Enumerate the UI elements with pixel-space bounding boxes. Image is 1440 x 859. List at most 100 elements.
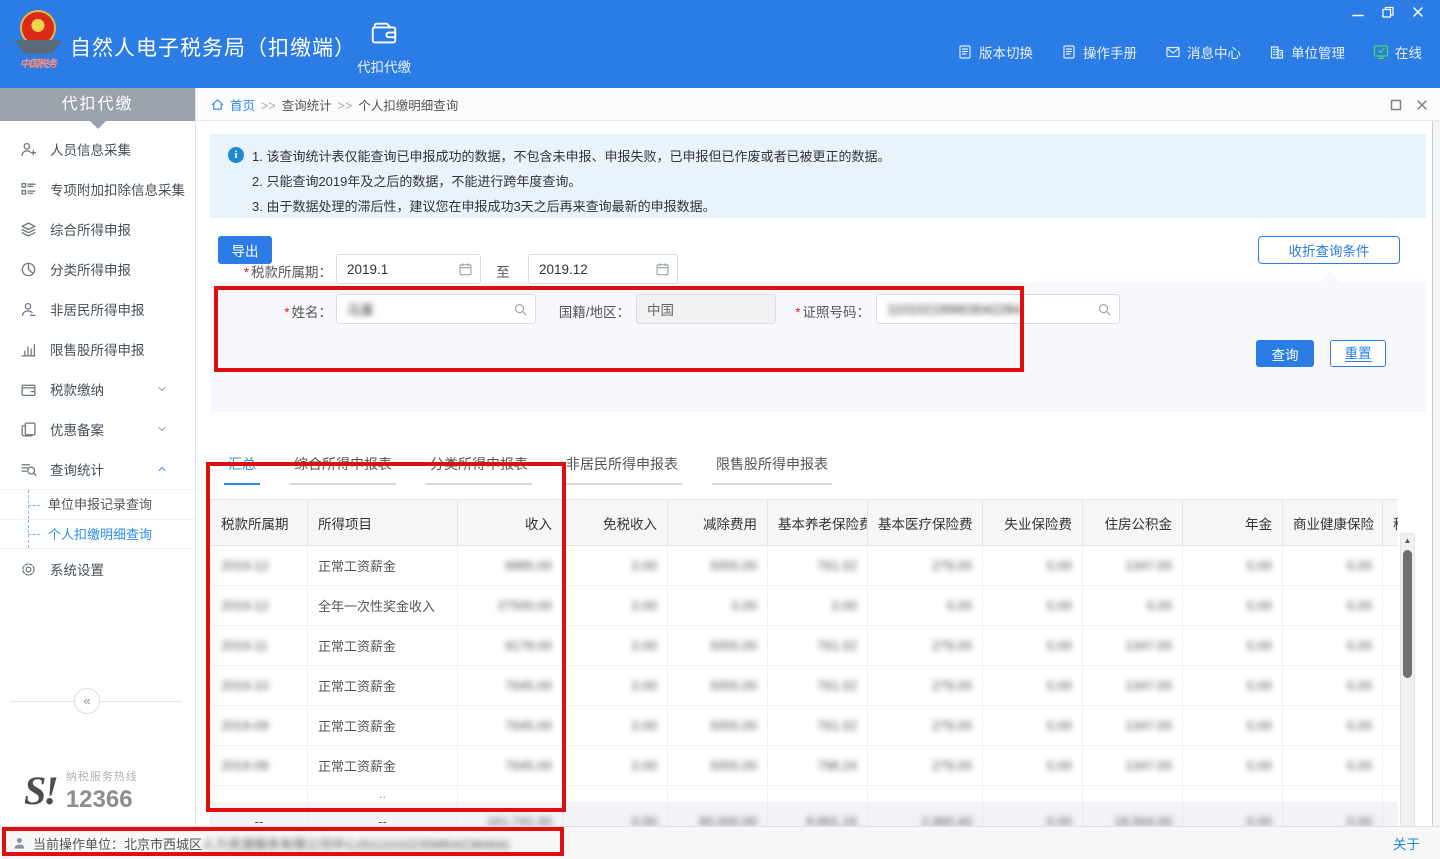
sidebar-item-查询统计[interactable]: 查询统计	[0, 449, 195, 489]
titlebar-menu-label: 操作手册	[1083, 42, 1137, 62]
blurred-value: 279.00	[932, 678, 972, 693]
vertical-scrollbar-thumb[interactable]	[1403, 550, 1412, 678]
breadcrumb-item-首页[interactable]: 首页	[230, 99, 255, 113]
blurred-value: 0.00	[947, 598, 972, 613]
nationality-input[interactable]: 中国	[636, 294, 776, 324]
table-row[interactable]: 2019-12全年一次性奖金收入27500.000.000.000.000.00…	[211, 586, 1399, 626]
about-link[interactable]: 关于	[1393, 833, 1420, 853]
sidebar-item-系统设置[interactable]: 系统设置	[0, 549, 195, 589]
blurred-value: 798.24	[817, 758, 857, 773]
scroll-up-icon[interactable]: ▲	[1401, 536, 1414, 545]
collapse-query-button[interactable]: 收折查询条件	[1258, 236, 1400, 264]
search-icon[interactable]	[513, 302, 528, 317]
sidebar-item-人员信息采集[interactable]: 人员信息采集	[0, 129, 195, 169]
table-row[interactable]: 2019-08正常工资薪金7645.000.005000.00798.24279…	[211, 746, 1399, 786]
sidebar-submenu: 单位申报记录查询个人扣缴明细查询	[0, 489, 195, 549]
name-value: 马某	[347, 299, 374, 319]
blurred-value: 2019-12	[221, 598, 269, 613]
collapse-sidebar-button[interactable]: «	[74, 688, 100, 714]
close-button[interactable]	[1410, 4, 1430, 22]
cell-减除费用: 0.00	[668, 586, 768, 626]
statusbar: 当前操作单位： 北京市西城区 人力资源服务有限公司中心(911101023588…	[0, 826, 1440, 859]
id-number-input[interactable]: 110102199903042284	[876, 294, 1120, 324]
name-input[interactable]: 马某	[336, 294, 536, 324]
sidebar-item-专项附加扣除信息采集[interactable]: 专项附加扣除信息采集	[0, 169, 195, 209]
cell-税	[1383, 586, 1399, 626]
gear-icon	[20, 561, 37, 578]
sidebar-item-综合所得申报[interactable]: 综合所得申报	[0, 209, 195, 249]
blurred-value: 0.00	[632, 758, 657, 773]
table-row[interactable]: 2019-09正常工资薪金7645.000.005000.00761.52279…	[211, 706, 1399, 746]
tab-综合所得申报表[interactable]: 综合所得申报表	[290, 454, 396, 485]
vertical-scrollbar[interactable]: ▲ ▼	[1400, 533, 1415, 843]
tab-限售股所得申报表[interactable]: 限售股所得申报表	[712, 454, 832, 485]
person-icon	[12, 836, 27, 851]
report-tabs: 汇总综合所得申报表分类所得申报表非居民所得申报表限售股所得申报表	[224, 454, 832, 485]
cell-基本医疗保险费: 279.00	[868, 706, 983, 746]
cell-商业健康保险: 0.00	[1283, 746, 1383, 786]
cell-年金	[1183, 786, 1283, 802]
sidebar-item-优惠备案[interactable]: 优惠备案	[0, 409, 195, 449]
sidebar-item-非居民所得申报[interactable]: 非居民所得申报	[0, 289, 195, 329]
titlebar: 中国税务 自然人电子税务局（扣缴端） 代扣代缴 版本切换操作手册消息中心单位管理…	[0, 0, 1440, 88]
breadcrumb-item-个人扣缴明细查询: 个人扣缴明细查询	[358, 99, 458, 113]
cell-基本养老保险费: 761.52	[768, 546, 868, 586]
tab-汇总[interactable]: 汇总	[224, 454, 260, 485]
sidebar-subitem-单位申报记录查询[interactable]: 单位申报记录查询	[0, 489, 195, 519]
column-header-年金: 年金	[1183, 500, 1283, 546]
cell-基本养老保险费: 761.52	[768, 706, 868, 746]
minimize-button[interactable]	[1350, 4, 1370, 22]
blurred-value: 1347.00	[1125, 638, 1172, 653]
period-from-input[interactable]: 2019.1	[336, 254, 481, 284]
restore-button[interactable]	[1380, 4, 1400, 22]
cell-年金: 0.00	[1183, 586, 1283, 626]
cell-所得项目: ..	[308, 786, 458, 802]
blurred-value: 0.00	[1247, 558, 1272, 573]
sidebar-item-label: 非居民所得申报	[50, 299, 181, 319]
calendar-icon[interactable]	[655, 262, 670, 277]
sidebar-item-税款缴纳[interactable]: 税款缴纳	[0, 369, 195, 409]
blurred-value: 0.00	[1247, 638, 1272, 653]
sidebar: 代扣代缴 人员信息采集专项附加扣除信息采集综合所得申报分类所得申报非居民所得申报…	[0, 88, 196, 826]
tab-分类所得申报表[interactable]: 分类所得申报表	[426, 454, 532, 485]
cell-住房公积金: 1347.00	[1083, 746, 1183, 786]
cell-失业保险费: 0.00	[983, 546, 1083, 586]
export-button[interactable]: 导出	[218, 236, 272, 264]
module-tab-withholding[interactable]: 代扣代缴	[348, 18, 420, 76]
cell-收入: 27500.00	[458, 586, 563, 626]
page-close-button[interactable]	[1414, 97, 1428, 111]
cell-住房公积金	[1083, 786, 1183, 802]
sidebar-item-限售股所得申报[interactable]: 限售股所得申报	[0, 329, 195, 369]
list-boxes-icon	[20, 181, 37, 198]
cell-税款所属期	[211, 786, 308, 802]
sidebar-item-label: 系统设置	[50, 559, 181, 579]
sidebar-item-分类所得申报[interactable]: 分类所得申报	[0, 249, 195, 289]
cell-税款所属期: 2019-12	[211, 586, 308, 626]
mail-icon	[1165, 44, 1181, 60]
table-row[interactable]: 2019-10正常工资薪金7645.000.005000.00761.52279…	[211, 666, 1399, 706]
search-icon[interactable]	[1097, 302, 1112, 317]
building-icon	[1269, 44, 1285, 60]
table-row[interactable]: 2019-12正常工资薪金9985.000.005000.00761.52279…	[211, 546, 1399, 586]
query-button[interactable]: 查询	[1256, 340, 1314, 367]
reset-button[interactable]: 重置	[1330, 340, 1386, 367]
cell-税	[1383, 786, 1399, 802]
blurred-value: 0.00	[1047, 678, 1072, 693]
period-to-value: 2019.12	[539, 262, 588, 277]
blurred-value: 761.52	[817, 678, 857, 693]
cell-商业健康保险	[1283, 786, 1383, 802]
tab-非居民所得申报表[interactable]: 非居民所得申报表	[562, 454, 682, 485]
table-row[interactable]: 2019-11正常工资薪金9178.000.005000.00761.52279…	[211, 626, 1399, 666]
page-maximize-button[interactable]	[1388, 97, 1402, 111]
period-to-input[interactable]: 2019.12	[528, 254, 678, 284]
titlebar-menu-版本切换[interactable]: 版本切换	[957, 42, 1033, 62]
cell-商业健康保险: 0.00	[1283, 626, 1383, 666]
online-status[interactable]: 在线	[1373, 42, 1422, 62]
blurred-value: 1347.00	[1125, 718, 1172, 733]
titlebar-menu-操作手册[interactable]: 操作手册	[1061, 42, 1137, 62]
calendar-icon[interactable]	[458, 262, 473, 277]
titlebar-menu-单位管理[interactable]: 单位管理	[1269, 42, 1345, 62]
id-number-value: 110102199903042284	[887, 302, 1021, 317]
titlebar-menu-消息中心[interactable]: 消息中心	[1165, 42, 1241, 62]
sidebar-subitem-个人扣缴明细查询[interactable]: 个人扣缴明细查询	[0, 519, 195, 549]
